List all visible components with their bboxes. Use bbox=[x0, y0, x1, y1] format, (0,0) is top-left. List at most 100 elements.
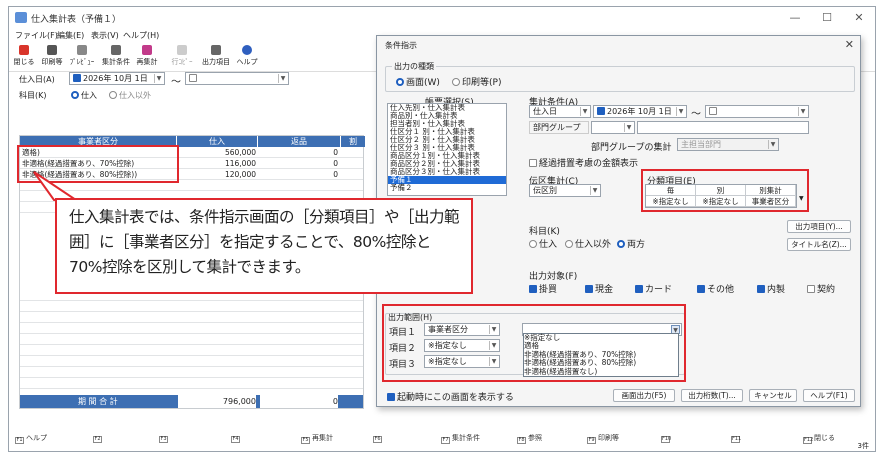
conditions-icon bbox=[111, 45, 121, 55]
explanation-callout: 仕入集計表では、条件指示画面の［分類項目］や［出力範囲］に［事業者区分］を指定す… bbox=[55, 198, 473, 294]
radio-purchase[interactable]: 仕入 bbox=[71, 90, 97, 101]
radio-on-icon bbox=[71, 91, 79, 99]
toolbar-preview-button[interactable]: ﾌﾟﾚﾋﾞｭｰ bbox=[67, 42, 97, 72]
target-credit-checkbox[interactable]: 掛買 bbox=[529, 282, 557, 295]
radio-screen[interactable]: 画面(W) bbox=[396, 75, 440, 88]
fkey-f3[interactable]: F3 bbox=[159, 433, 170, 443]
output-type-group: 出力の種類 画面(W) 印刷等(P) bbox=[385, 61, 855, 92]
chevron-down-icon: ▼ bbox=[624, 123, 633, 132]
footer-total: 796,000 bbox=[178, 395, 256, 408]
dept-group-agg-select[interactable]: 主担当部門 ▼ bbox=[677, 138, 779, 151]
form-listbox[interactable]: 仕入先別・仕入集計表 商品別・仕入集計表 担当者別・仕入集計表 仕区分１ 別・仕… bbox=[387, 103, 507, 196]
menu-view[interactable]: 表示(V) bbox=[91, 30, 119, 41]
toolbar-recalc-button[interactable]: 再集計 bbox=[133, 42, 161, 72]
subject-label: 科目(K) bbox=[529, 227, 560, 237]
dept-group-name bbox=[637, 121, 809, 134]
fkey-f12[interactable]: F12閉じる bbox=[803, 433, 835, 444]
transitional-checkbox[interactable]: 経過措置考慮の金額表示 bbox=[529, 156, 638, 169]
close-doc-icon bbox=[19, 45, 29, 55]
chevron-down-icon[interactable]: ▼ bbox=[154, 74, 163, 83]
agg-date-to[interactable]: ▼ bbox=[705, 105, 809, 118]
fkey-f6[interactable]: F6 bbox=[373, 433, 384, 443]
slip-agg-select[interactable]: 伝区別 ▼ bbox=[529, 184, 601, 197]
title-bar: 仕入集計表（予備１） — ☐ ✕ bbox=[9, 7, 875, 29]
output-target-label: 出力対象(F) bbox=[529, 272, 578, 282]
menu-file[interactable]: ファイル(F) bbox=[15, 30, 58, 41]
fkey-f4[interactable]: F4 bbox=[231, 433, 242, 443]
category-label: 科目(K) bbox=[19, 91, 47, 100]
window-title: 仕入集計表（予備１） bbox=[31, 15, 122, 25]
subject-radio-purchase[interactable]: 仕入 bbox=[529, 237, 557, 250]
dialog-title: 条件指示 bbox=[385, 41, 417, 50]
radio-other[interactable]: 仕入以外 bbox=[109, 90, 151, 101]
fkey-f2[interactable]: F2 bbox=[93, 433, 104, 443]
target-cash-checkbox[interactable]: 現金 bbox=[585, 282, 613, 295]
record-count: 3件 bbox=[857, 442, 869, 450]
help-icon bbox=[242, 45, 252, 55]
row-copy-icon bbox=[177, 45, 187, 55]
date-label: 仕入日(A) bbox=[19, 75, 55, 84]
preview-icon bbox=[77, 45, 87, 55]
fkey-f8[interactable]: F8 参照 bbox=[517, 433, 542, 444]
fkey-f9[interactable]: F9 印刷等 bbox=[587, 433, 619, 444]
printer-icon bbox=[47, 45, 57, 55]
target-inhouse-checkbox[interactable]: 内製 bbox=[757, 282, 785, 295]
minimize-button[interactable]: — bbox=[783, 10, 807, 26]
cancel-button[interactable]: キャンセル bbox=[749, 389, 797, 402]
toolbar-help-button[interactable]: ヘルプ bbox=[235, 42, 259, 72]
output-items-button[interactable]: 出力項目(Y)... bbox=[787, 220, 851, 233]
title-name-button[interactable]: タイトル名(Z)... bbox=[787, 238, 851, 251]
menu-help[interactable]: ヘルプ(H) bbox=[123, 30, 159, 41]
range-tilde: 〜 bbox=[691, 109, 701, 120]
close-window-button[interactable]: ✕ bbox=[847, 10, 871, 26]
maximize-button[interactable]: ☐ bbox=[815, 10, 839, 26]
fkey-f7[interactable]: F7 集計条件 bbox=[441, 433, 480, 444]
chevron-down-icon: ▼ bbox=[590, 186, 599, 195]
fkey-f5[interactable]: F5 再集計 bbox=[301, 433, 333, 444]
chevron-down-icon[interactable]: ▼ bbox=[676, 107, 685, 116]
date-checkbox[interactable] bbox=[597, 107, 605, 115]
toolbar-close-button[interactable]: 閉じる bbox=[13, 42, 35, 72]
col-header-return[interactable]: 返品 bbox=[258, 136, 340, 147]
date-checkbox[interactable] bbox=[73, 74, 81, 82]
list-item[interactable]: 予備２ bbox=[388, 184, 506, 192]
date-to-field[interactable]: ▼ bbox=[185, 72, 289, 85]
radio-off-icon bbox=[109, 91, 117, 99]
date-from-field[interactable]: 2026年 10月 1日 ▼ bbox=[69, 72, 165, 85]
radio-on-icon bbox=[396, 78, 404, 86]
grid-footer: 期 間 合 計 796,000 0 bbox=[20, 395, 363, 408]
toolbar-rowcopy-button[interactable]: 行ｺﾋﾟｰ bbox=[169, 42, 195, 72]
fkey-f11[interactable]: F11 bbox=[731, 433, 742, 443]
target-other-checkbox[interactable]: その他 bbox=[697, 282, 734, 295]
col-header-purchase[interactable]: 仕入 bbox=[177, 136, 257, 147]
subject-radio-both[interactable]: 両方 bbox=[617, 237, 645, 250]
output-items-icon bbox=[211, 45, 221, 55]
target-card-checkbox[interactable]: カード bbox=[635, 282, 672, 295]
toolbar-print-button[interactable]: 印刷等 bbox=[39, 42, 65, 72]
help-button[interactable]: ヘルプ(F1) bbox=[803, 389, 855, 402]
target-contract-checkbox[interactable]: 契約 bbox=[807, 282, 835, 295]
agg-date-field-select[interactable]: 仕入日 ▼ bbox=[529, 105, 591, 118]
app-icon bbox=[15, 12, 27, 23]
date-to-checkbox[interactable] bbox=[709, 107, 717, 115]
dept-group-select[interactable]: ▼ bbox=[591, 121, 635, 134]
toolbar-conditions-button[interactable]: 集計条件 bbox=[101, 42, 131, 72]
highlight-class-items bbox=[641, 169, 809, 212]
startup-checkbox[interactable]: 起動時にこの画面を表示する bbox=[387, 390, 514, 403]
menu-edit[interactable]: 編集(E) bbox=[57, 30, 84, 41]
chevron-down-icon[interactable]: ▼ bbox=[278, 74, 287, 83]
date-to-checkbox[interactable] bbox=[189, 74, 197, 82]
agg-date-from[interactable]: 2026年 10月 1日 ▼ bbox=[593, 105, 687, 118]
output-digits-button[interactable]: 出力桁数(T)... bbox=[681, 389, 743, 402]
subject-radio-other[interactable]: 仕入以外 bbox=[565, 237, 611, 250]
recalc-icon bbox=[142, 45, 152, 55]
fkey-f1[interactable]: F1 ヘルプ bbox=[15, 433, 47, 444]
chevron-down-icon[interactable]: ▼ bbox=[798, 107, 807, 116]
function-key-bar: F1 ヘルプ F2 F3 F4 F5 再集計 F6 F7 集計条件 F8 参照 F9 印刷… bbox=[9, 431, 875, 445]
radio-print[interactable]: 印刷等(P) bbox=[452, 75, 501, 88]
fkey-f10[interactable]: F10 bbox=[661, 433, 672, 443]
col-header-discount[interactable]: 割 bbox=[341, 136, 365, 147]
toolbar-output-items-button[interactable]: 出力項目 bbox=[201, 42, 231, 72]
screen-output-button[interactable]: 画面出力(F5) bbox=[613, 389, 675, 402]
close-icon[interactable]: ✕ bbox=[845, 38, 854, 51]
